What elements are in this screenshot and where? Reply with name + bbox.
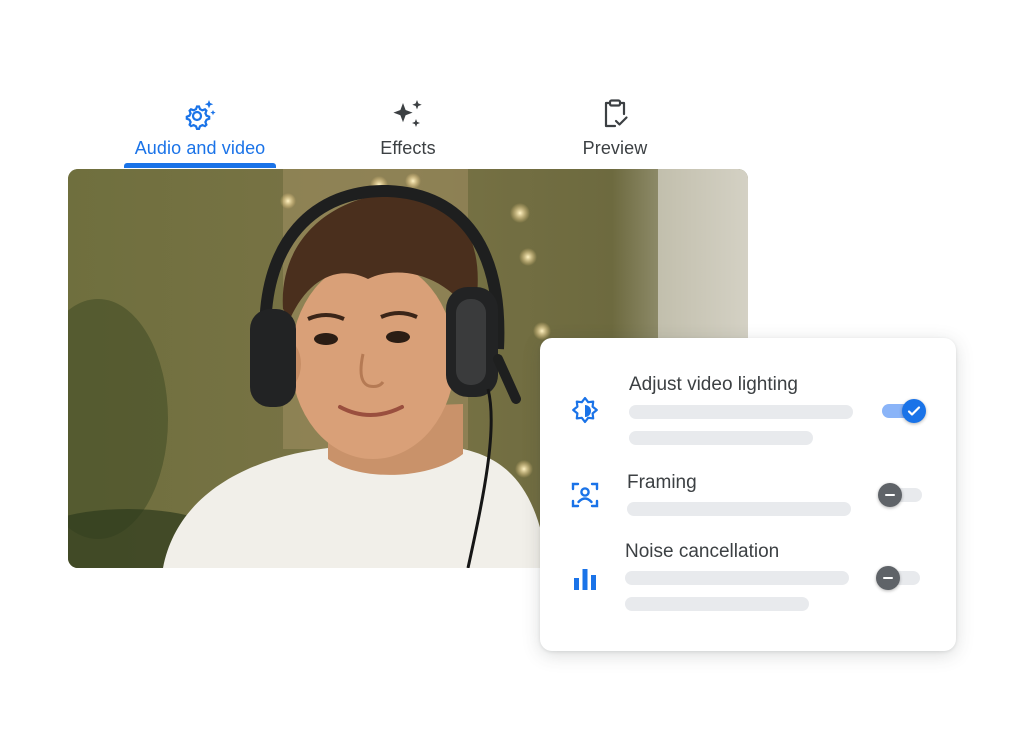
tab-label: Audio and video	[134, 138, 266, 158]
setting-title: Noise cancellation	[625, 541, 780, 562]
tab-label: Preview	[582, 138, 648, 158]
check-icon	[907, 406, 921, 416]
tab-audio-and-video[interactable]: Audio and video	[110, 96, 290, 159]
placeholder-line	[627, 502, 851, 516]
clipboard-check-icon	[604, 99, 628, 128]
placeholder-line	[625, 597, 809, 611]
tab-label: Effects	[380, 138, 436, 158]
placeholder-line	[625, 571, 849, 585]
framing-person-icon	[571, 482, 599, 508]
adjust-video-lighting-toggle[interactable]	[880, 396, 926, 426]
toggle-thumb	[878, 483, 902, 507]
toggle-thumb	[902, 399, 926, 423]
toggle-thumb	[876, 566, 900, 590]
tab-bar: Audio and video Effects Preview	[0, 0, 1024, 170]
tab-effects[interactable]: Effects	[318, 96, 498, 159]
brightness-icon	[572, 396, 598, 424]
settings-card: Adjust video lighting Framing Noise canc…	[540, 338, 956, 651]
placeholder-line	[629, 431, 813, 445]
placeholder-line	[629, 405, 853, 419]
noise-cancellation-toggle[interactable]	[876, 563, 922, 593]
setting-title: Adjust video lighting	[629, 374, 798, 395]
sparkles-icon	[393, 100, 422, 127]
minus-icon	[885, 494, 895, 496]
framing-toggle[interactable]	[878, 480, 924, 510]
gear-sparkle-icon	[185, 100, 216, 130]
minus-icon	[883, 577, 893, 579]
bar-graph-icon	[574, 569, 596, 590]
active-tab-indicator	[124, 163, 276, 168]
tab-preview[interactable]: Preview	[525, 96, 705, 159]
setting-title: Framing	[627, 472, 697, 493]
